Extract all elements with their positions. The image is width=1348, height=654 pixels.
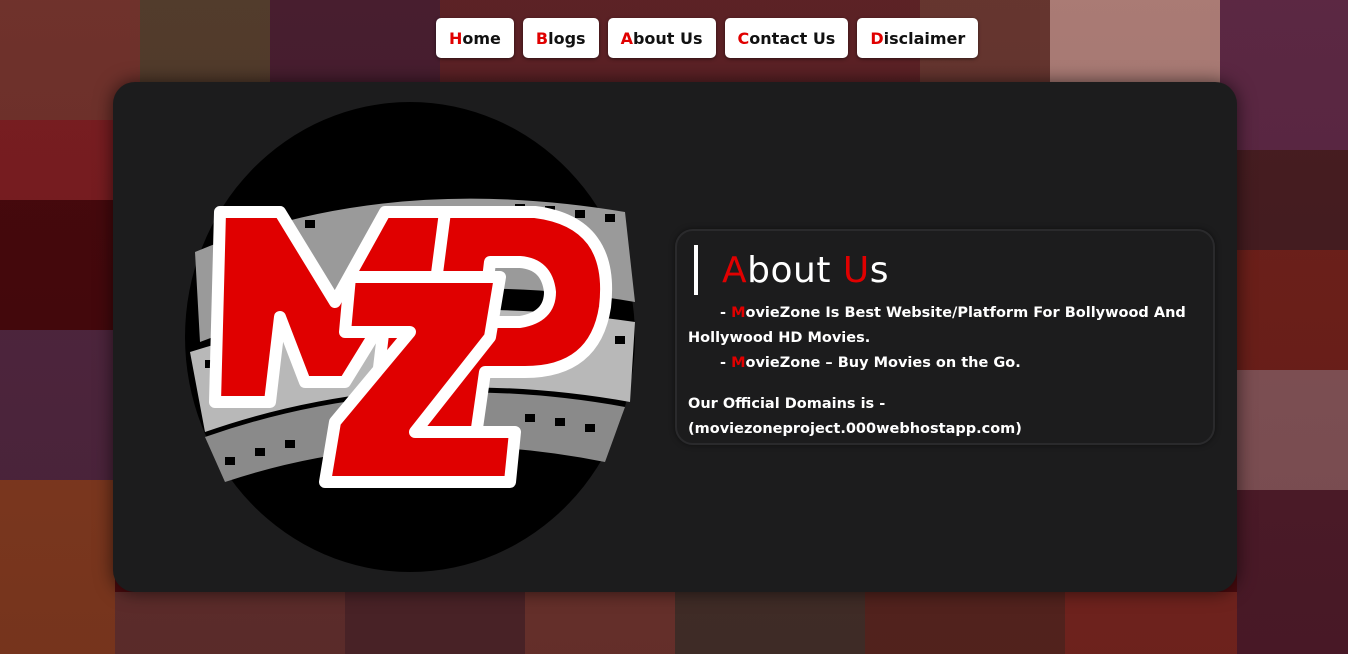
about-line-2-dash: - xyxy=(720,355,732,371)
nav-about-initial: A xyxy=(620,28,633,48)
about-line-2-mark: M xyxy=(731,355,746,371)
nav-home-label: ome xyxy=(462,28,501,48)
moviezone-logo-icon xyxy=(185,102,635,572)
nav-about-label: bout Us xyxy=(632,28,703,48)
about-line-1: - MovieZone Is Best Website/Platform For… xyxy=(688,301,1208,326)
about-title-end: s xyxy=(869,249,890,291)
nav-blogs-button[interactable]: Blogs xyxy=(522,18,599,58)
nav-blogs-initial: B xyxy=(535,28,549,48)
nav-home-initial: H xyxy=(449,28,463,48)
nav-contact-label: ontact Us xyxy=(749,28,836,48)
about-title-mid: bout xyxy=(747,249,843,291)
nav-disclaimer-button[interactable]: Disclaimer xyxy=(857,18,979,58)
about-line-1-mark: M xyxy=(731,305,746,321)
nav-disclaimer-initial: D xyxy=(870,28,884,48)
nav-contact-button[interactable]: Contact Us xyxy=(724,18,849,58)
about-title-u: U xyxy=(842,249,870,291)
about-card: About Us - MovieZone Is Best Website/Pla… xyxy=(113,82,1237,592)
about-line-1-cont: Hollywood HD Movies. xyxy=(688,330,871,346)
nav-about-button[interactable]: About Us xyxy=(607,18,716,58)
about-title: About Us xyxy=(694,245,889,295)
about-body: - MovieZone Is Best Website/Platform For… xyxy=(688,301,1208,442)
about-line-2: - MovieZone – Buy Movies on the Go. xyxy=(688,351,1208,376)
about-line-1-text: ovieZone Is Best Website/Platform For Bo… xyxy=(745,305,1186,321)
top-nav: Home Blogs About Us Contact Us Disclaime… xyxy=(436,18,979,58)
nav-disclaimer-label: isclaimer xyxy=(883,28,966,48)
about-text-box: About Us - MovieZone Is Best Website/Pla… xyxy=(675,229,1215,445)
nav-blogs-label: logs xyxy=(548,28,586,48)
about-title-a: A xyxy=(722,249,748,291)
nav-home-button[interactable]: Home xyxy=(436,18,514,58)
official-domains-text: Our Official Domains is - (moviezoneproj… xyxy=(688,396,1022,437)
about-line-2-text: ovieZone – Buy Movies on the Go. xyxy=(745,355,1021,371)
nav-contact-initial: C xyxy=(737,28,750,48)
about-line-1-dash: - xyxy=(720,305,732,321)
